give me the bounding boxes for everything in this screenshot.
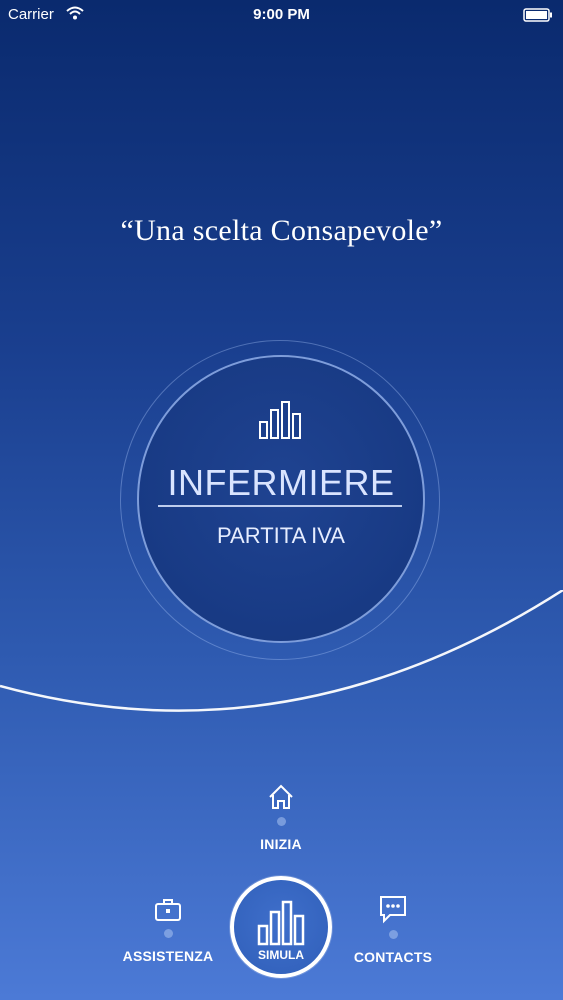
chat-bubble-icon	[380, 896, 406, 924]
nav-contacts[interactable]: CONTACTS	[333, 894, 453, 965]
home-icon	[269, 784, 293, 809]
simula-label: SIMULA	[258, 948, 304, 962]
profession-subtitle: PARTITA IVA	[217, 523, 345, 548]
bar-chart-icon	[259, 401, 301, 439]
profession-title: INFERMIERE	[167, 462, 395, 503]
briefcase-icon	[155, 899, 181, 921]
nav-inizia-label: INIZIA	[260, 836, 302, 852]
nav-assistenza-label: ASSISTENZA	[122, 948, 214, 964]
nav-assistenza[interactable]: ASSISTENZA	[108, 897, 228, 964]
nav-contacts-label: CONTACTS	[353, 949, 433, 965]
simula-button[interactable]: SIMULA	[230, 876, 332, 978]
status-time: 9:00 PM	[253, 6, 310, 23]
bar-chart-icon	[257, 900, 305, 946]
nav-inizia[interactable]: INIZIA	[231, 783, 331, 852]
battery-icon	[523, 8, 552, 22]
decorative-arc	[0, 590, 563, 712]
nav-indicator-dot	[276, 817, 286, 826]
tagline: “Una scelta Consapevole”	[120, 214, 443, 247]
nav-indicator-dot	[163, 929, 173, 938]
title-divider	[158, 505, 402, 507]
status-bar: Carrier 9:00 PM	[0, 0, 563, 30]
nav-indicator-dot	[388, 930, 398, 939]
